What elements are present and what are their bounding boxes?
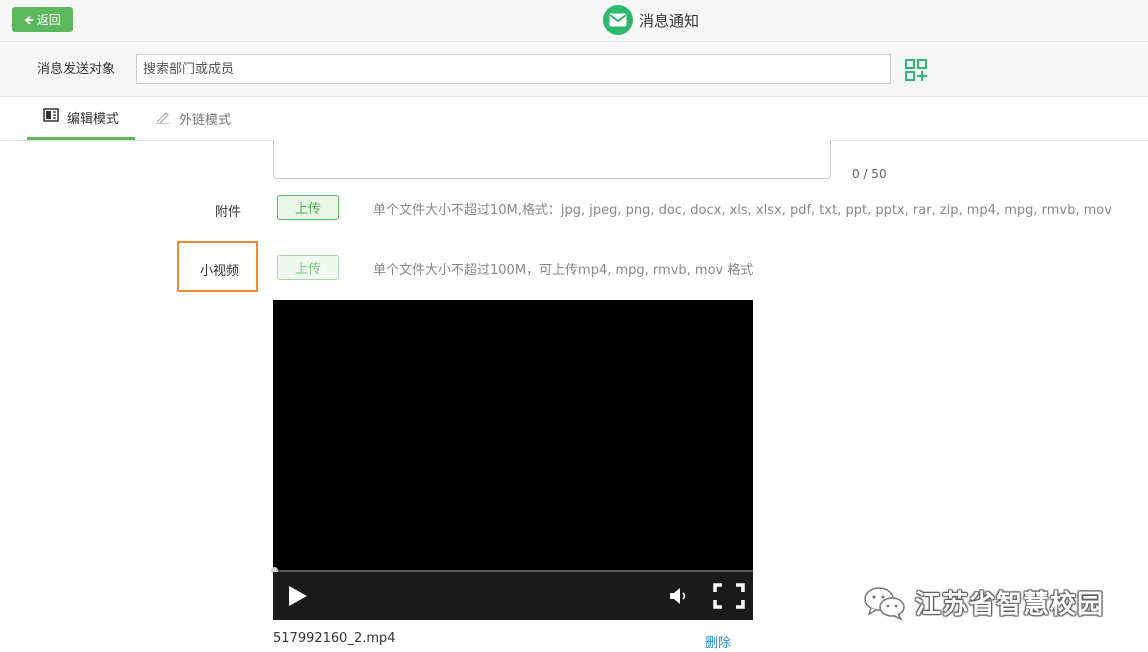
video-upload-button[interactable]: 上传: [277, 255, 339, 280]
tab-link-label: 外链模式: [179, 113, 232, 128]
message-textarea[interactable]: [273, 140, 831, 179]
tab-edit-mode[interactable]: 编辑模式: [27, 97, 135, 140]
video-upload-label: 上传: [294, 262, 321, 277]
attachment-upload-label: 上传: [294, 202, 321, 217]
page-header: 消息通知: [603, 5, 699, 35]
qr-add-icon[interactable]: [905, 59, 927, 81]
pencil-icon: [155, 110, 171, 128]
mail-icon: [603, 5, 633, 35]
tab-edit-label: 编辑模式: [66, 111, 119, 127]
recipient-label: 消息发送对象: [37, 62, 116, 77]
fullscreen-icon[interactable]: [713, 583, 745, 609]
attachment-label: 附件: [215, 205, 242, 220]
delete-video-link[interactable]: 删除: [705, 632, 731, 651]
play-icon[interactable]: [288, 585, 308, 607]
recipient-search-input[interactable]: [136, 54, 891, 84]
page-title: 消息通知: [639, 11, 700, 30]
book-icon: [43, 108, 59, 126]
back-button[interactable]: 🡸 返回: [12, 7, 73, 32]
top-bar: [0, 0, 1148, 42]
attachment-upload-button[interactable]: 上传: [277, 195, 339, 220]
watermark: 江苏省智慧校园: [863, 584, 1104, 621]
video-hint: 单个文件大小不超过100M，可上传mp4, mpg, rmvb, mov 格式: [373, 263, 754, 278]
attachment-hint: 单个文件大小不超过10M,格式：jpg, jpeg, png, doc, doc…: [373, 203, 1112, 218]
arrow-left-icon: 🡸: [24, 12, 34, 27]
back-button-label: 返回: [36, 13, 61, 27]
volume-icon[interactable]: [668, 585, 690, 607]
tab-link-mode[interactable]: 外链模式: [155, 97, 231, 140]
video-file-name: 517992160_2.mp4: [273, 631, 396, 646]
video-label: 小视频: [200, 264, 240, 279]
wechat-icon: [863, 585, 907, 621]
char-count: 0 / 50: [852, 167, 887, 181]
watermark-text: 江苏省智慧校园: [915, 590, 1105, 620]
